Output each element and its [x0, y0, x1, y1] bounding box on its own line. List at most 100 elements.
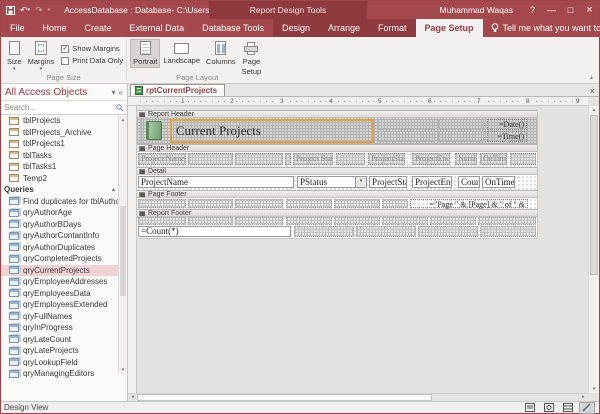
empty-layout-cell[interactable]: [438, 119, 484, 130]
ribbon-tab[interactable]: Create: [76, 19, 121, 37]
close-button[interactable]: ×: [580, 1, 599, 19]
scroll-down-icon[interactable]: ▾: [119, 367, 127, 373]
empty-layout-cell[interactable]: [235, 153, 283, 165]
report-footer-bar[interactable]: Report Footer: [137, 209, 537, 217]
empty-layout-cell[interactable]: [478, 217, 536, 225]
empty-layout-cell[interactable]: [510, 153, 536, 165]
date-textbox[interactable]: =Date(): [487, 119, 527, 130]
field-combobox[interactable]: PStatus ▾: [297, 176, 367, 188]
margins-button[interactable]: Margins▾: [25, 39, 58, 71]
save-icon[interactable]: [6, 6, 15, 15]
empty-layout-cell[interactable]: [377, 119, 435, 130]
show-margins-checkbox[interactable]: ✓ Show Margins: [61, 44, 123, 53]
page-header-band[interactable]: Project Name Project Status ProjectStart…: [137, 152, 537, 167]
field-textbox[interactable]: ProjectEnd: [412, 176, 452, 188]
nav-item[interactable]: qryInProgress ▴: [1, 322, 127, 334]
ribbon-tab[interactable]: Home: [34, 19, 76, 37]
scroll-left-icon[interactable]: ◂: [128, 394, 137, 401]
empty-layout-cell[interactable]: [235, 199, 283, 208]
vertical-scrollbar[interactable]: ▴ ▾: [588, 106, 599, 393]
nav-item[interactable]: qryAuthorBDays ▴: [1, 219, 127, 231]
page-footer-band[interactable]: ="Page " & [Page] & " of " & [Pages]: [137, 198, 537, 209]
column-label[interactable]: ProjectStart: [368, 153, 405, 165]
empty-layout-cell[interactable]: [286, 199, 332, 208]
count-textbox[interactable]: =Count(*): [138, 226, 291, 237]
nav-menu-icon[interactable]: ▾: [112, 88, 116, 97]
field-textbox[interactable]: ProjectName: [138, 176, 294, 188]
nav-item[interactable]: qryFullNames ▴: [1, 311, 127, 323]
report-header-bar[interactable]: Report Header: [137, 110, 537, 118]
column-label[interactable]: Project Status: [293, 153, 333, 165]
column-label[interactable]: OnTime: [480, 153, 507, 165]
empty-layout-cell[interactable]: [356, 226, 416, 237]
column-label[interactable]: Project Name: [138, 153, 186, 165]
ribbon-tab[interactable]: Format: [369, 19, 416, 37]
report-footer-band[interactable]: =Count(*): [137, 217, 537, 238]
undo-icon[interactable]: ↶▾: [20, 6, 30, 15]
empty-layout-cell[interactable]: [286, 217, 332, 225]
collapse-ribbon-icon[interactable]: ▴: [590, 74, 593, 81]
ribbon-tab[interactable]: Design: [273, 19, 319, 37]
scroll-right-icon[interactable]: ▸: [579, 394, 588, 401]
horizontal-ruler[interactable]: 123456789: [128, 97, 588, 106]
empty-layout-cell[interactable]: [334, 217, 380, 225]
page-header-bar[interactable]: Page Header: [137, 144, 537, 152]
page-footer-bar[interactable]: Page Footer: [137, 190, 537, 198]
report-header-band[interactable]: Current Projects =Date() =Time(): [137, 118, 537, 144]
restore-button[interactable]: □: [561, 1, 580, 19]
nav-item[interactable]: qryEmployeesData ▴: [1, 288, 127, 300]
nav-item[interactable]: tblProjects ▴: [1, 115, 127, 127]
field-textbox[interactable]: Count: [458, 176, 480, 188]
nav-item[interactable]: qryAuthorAge ▴: [1, 207, 127, 219]
nav-item[interactable]: qryAuthorContantInfo ▴: [1, 230, 127, 242]
page-number-textbox[interactable]: ="Page " & [Page] & " of " & [Pages]: [410, 199, 528, 208]
vertical-ruler[interactable]: [128, 106, 137, 393]
empty-layout-cell[interactable]: [336, 153, 365, 165]
scroll-thumb[interactable]: [590, 115, 598, 275]
close-document-icon[interactable]: ×: [590, 84, 595, 97]
nav-item[interactable]: qryCurrentProjects ▴: [1, 265, 127, 277]
redo-icon[interactable]: ↷: [35, 6, 43, 15]
nav-scroll-thumb[interactable]: [120, 206, 126, 296]
empty-layout-cell[interactable]: [334, 199, 380, 208]
ribbon-tab[interactable]: Arrange: [319, 19, 369, 37]
document-tab[interactable]: rptCurrentProjects: [130, 84, 225, 96]
empty-layout-cell[interactable]: [138, 199, 186, 208]
columns-button[interactable]: Columns: [203, 39, 239, 67]
column-label[interactable]: ProjectEnd: [412, 153, 450, 165]
ribbon-tab[interactable]: Database Tools: [193, 19, 273, 37]
combo-dropdown-icon[interactable]: ▾: [355, 177, 366, 187]
empty-layout-cell[interactable]: [188, 153, 233, 165]
empty-layout-cell[interactable]: [377, 131, 435, 142]
empty-layout-cell[interactable]: [430, 217, 476, 225]
empty-layout-cell[interactable]: [235, 217, 283, 225]
ribbon-tab[interactable]: File: [1, 19, 34, 37]
report-logo-image[interactable]: [146, 121, 162, 140]
nav-item[interactable]: tblProjects_Archive ▴: [1, 127, 127, 139]
ribbon-tab[interactable]: Page Setup: [416, 19, 483, 37]
nav-item[interactable]: tblProjects1 ▴: [1, 138, 127, 150]
nav-item[interactable]: qryCompletedProjects ▴: [1, 253, 127, 265]
shutter-close-icon[interactable]: «: [119, 88, 123, 97]
row-selector[interactable]: [137, 118, 142, 144]
nav-item[interactable]: qryAuthorDuplicates ▴: [1, 242, 127, 254]
page-setup-button[interactable]: Page Setup: [239, 39, 265, 77]
empty-layout-cell[interactable]: [188, 217, 233, 225]
ribbon-tab[interactable]: External Data: [121, 19, 194, 37]
nav-item[interactable]: Find duplicates for tblAuthors ▴: [1, 196, 127, 208]
detail-band[interactable]: ProjectName PStatus ▾ ProjectStart Proje…: [137, 175, 537, 190]
scroll-thumb[interactable]: [137, 394, 432, 401]
nav-item[interactable]: qryLookupField ▴: [1, 357, 127, 369]
report-view-icon[interactable]: [523, 403, 537, 413]
scroll-down-icon[interactable]: ▾: [589, 386, 599, 392]
empty-layout-cell[interactable]: [382, 199, 408, 208]
nav-item[interactable]: qryManagingEditors ▴: [1, 368, 127, 380]
horizontal-scrollbar[interactable]: ◂ ▸: [128, 393, 588, 401]
scroll-up-icon[interactable]: ▴: [589, 107, 599, 113]
report-title-label[interactable]: Current Projects: [170, 119, 374, 143]
nav-item[interactable]: qryEmployeeAddresses ▴: [1, 276, 127, 288]
tell-me-box[interactable]: Tell me what you want to do: [483, 19, 600, 37]
account-name[interactable]: Muhammad Waqas: [440, 5, 513, 15]
nav-item[interactable]: Queries ▴: [1, 184, 127, 196]
nav-item[interactable]: tblTasks ▴: [1, 150, 127, 162]
